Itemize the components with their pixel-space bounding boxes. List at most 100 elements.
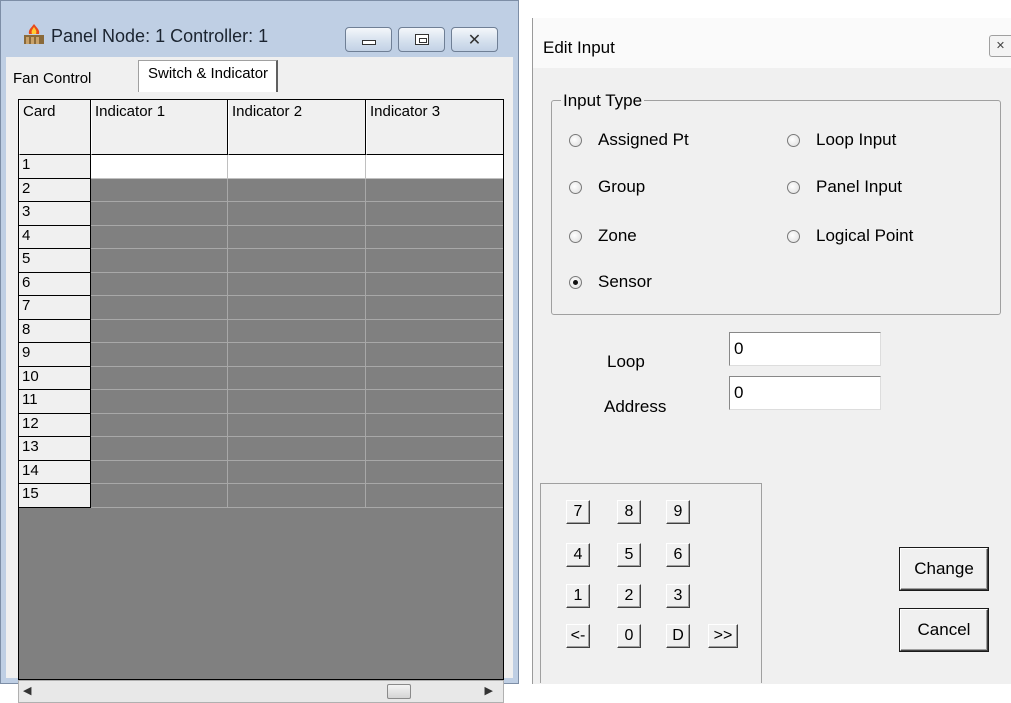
indicator-cell[interactable] bbox=[91, 437, 228, 461]
row-header-card[interactable]: 13 bbox=[19, 437, 91, 461]
indicator-cell[interactable] bbox=[366, 226, 503, 249]
table-row[interactable]: 10 bbox=[19, 367, 503, 390]
key-0-button[interactable]: 0 bbox=[617, 624, 641, 648]
indicator-cell[interactable] bbox=[91, 226, 228, 249]
row-header-card[interactable]: 9 bbox=[19, 343, 91, 367]
radio-group[interactable]: Group bbox=[569, 177, 645, 197]
table-row[interactable]: 2 bbox=[19, 179, 503, 202]
indicator-cell[interactable] bbox=[91, 484, 228, 508]
table-row[interactable]: 5 bbox=[19, 249, 503, 273]
row-header-card[interactable]: 3 bbox=[19, 202, 91, 226]
indicator-cell[interactable] bbox=[366, 343, 503, 367]
indicator-cell[interactable] bbox=[228, 202, 366, 226]
edit-input-title-bar[interactable]: Edit Input ✕ bbox=[533, 18, 1011, 68]
row-header-card[interactable]: 12 bbox=[19, 414, 91, 437]
table-row[interactable]: 12 bbox=[19, 414, 503, 437]
address-input[interactable] bbox=[729, 376, 881, 410]
indicator-cell[interactable] bbox=[91, 414, 228, 437]
row-header-card[interactable]: 8 bbox=[19, 320, 91, 343]
row-header-card[interactable]: 14 bbox=[19, 461, 91, 484]
indicator-cell[interactable] bbox=[366, 249, 503, 273]
close-button[interactable]: ✕ bbox=[451, 27, 498, 52]
indicator-cell[interactable] bbox=[91, 343, 228, 367]
indicator-cell[interactable] bbox=[228, 414, 366, 437]
column-header-indicator-3[interactable]: Indicator 3 bbox=[366, 100, 503, 155]
indicator-cell[interactable] bbox=[366, 484, 503, 508]
next-button[interactable]: >> bbox=[708, 624, 738, 648]
row-header-card[interactable]: 11 bbox=[19, 390, 91, 414]
column-header-card[interactable]: Card bbox=[19, 100, 91, 155]
tab-fan-control[interactable]: Fan Control bbox=[9, 67, 96, 91]
indicator-grid[interactable]: Card Indicator 1 Indicator 2 Indicator 3… bbox=[18, 99, 504, 680]
table-row[interactable]: 13 bbox=[19, 437, 503, 461]
panel-title-bar[interactable]: Panel Node: 1 Controller: 1 ✕ bbox=[1, 1, 518, 57]
key-9-button[interactable]: 9 bbox=[666, 500, 690, 524]
indicator-cell[interactable] bbox=[228, 179, 366, 202]
indicator-cell[interactable] bbox=[91, 249, 228, 273]
key-1-button[interactable]: 1 bbox=[566, 584, 590, 608]
indicator-cell[interactable] bbox=[366, 390, 503, 414]
table-row[interactable]: 8 bbox=[19, 320, 503, 343]
change-button[interactable]: Change bbox=[900, 548, 988, 590]
indicator-cell[interactable] bbox=[228, 226, 366, 249]
indicator-cell[interactable] bbox=[366, 461, 503, 484]
row-header-card[interactable]: 15 bbox=[19, 484, 91, 508]
table-row[interactable]: 4 bbox=[19, 226, 503, 249]
indicator-cell[interactable] bbox=[228, 367, 366, 390]
radio-sensor[interactable]: Sensor bbox=[569, 272, 652, 292]
table-row[interactable]: 7 bbox=[19, 296, 503, 320]
indicator-cell[interactable] bbox=[366, 437, 503, 461]
indicator-cell[interactable] bbox=[366, 273, 503, 296]
loop-input[interactable] bbox=[729, 332, 881, 366]
row-header-card[interactable]: 6 bbox=[19, 273, 91, 296]
column-header-indicator-1[interactable]: Indicator 1 bbox=[91, 100, 228, 155]
scroll-left-arrow-icon[interactable]: ◀ bbox=[23, 684, 31, 697]
indicator-cell[interactable] bbox=[91, 155, 228, 179]
horizontal-scrollbar[interactable]: ◀ ▶ bbox=[18, 680, 504, 703]
key-6-button[interactable]: 6 bbox=[666, 543, 690, 567]
indicator-cell[interactable] bbox=[228, 484, 366, 508]
row-header-card[interactable]: 2 bbox=[19, 179, 91, 202]
minimize-button[interactable] bbox=[345, 27, 392, 52]
indicator-cell[interactable] bbox=[91, 320, 228, 343]
table-row[interactable]: 9 bbox=[19, 343, 503, 367]
indicator-cell[interactable] bbox=[228, 390, 366, 414]
row-header-card[interactable]: 1 bbox=[19, 155, 91, 179]
indicator-cell[interactable] bbox=[228, 296, 366, 320]
indicator-cell[interactable] bbox=[91, 179, 228, 202]
indicator-cell[interactable] bbox=[366, 320, 503, 343]
indicator-cell[interactable] bbox=[228, 155, 366, 179]
scrollbar-thumb[interactable] bbox=[387, 684, 411, 699]
indicator-cell[interactable] bbox=[366, 367, 503, 390]
table-row[interactable]: 14 bbox=[19, 461, 503, 484]
radio-assigned-pt[interactable]: Assigned Pt bbox=[569, 130, 689, 150]
backspace-button[interactable]: <- bbox=[566, 624, 590, 648]
indicator-cell[interactable] bbox=[91, 273, 228, 296]
indicator-cell[interactable] bbox=[366, 155, 503, 179]
tab-switch-indicator[interactable]: Switch & Indicator bbox=[138, 60, 279, 92]
radio-logical-point[interactable]: Logical Point bbox=[787, 226, 913, 246]
indicator-cell[interactable] bbox=[228, 273, 366, 296]
key-d-button[interactable]: D bbox=[666, 624, 690, 648]
table-row[interactable]: 6 bbox=[19, 273, 503, 296]
radio-loop-input[interactable]: Loop Input bbox=[787, 130, 896, 150]
indicator-cell[interactable] bbox=[91, 202, 228, 226]
key-4-button[interactable]: 4 bbox=[566, 543, 590, 567]
indicator-cell[interactable] bbox=[228, 437, 366, 461]
row-header-card[interactable]: 5 bbox=[19, 249, 91, 273]
cancel-button[interactable]: Cancel bbox=[900, 609, 988, 651]
scroll-right-arrow-icon[interactable]: ▶ bbox=[485, 684, 493, 697]
indicator-cell[interactable] bbox=[91, 390, 228, 414]
indicator-cell[interactable] bbox=[228, 461, 366, 484]
indicator-cell[interactable] bbox=[228, 343, 366, 367]
key-7-button[interactable]: 7 bbox=[566, 500, 590, 524]
key-5-button[interactable]: 5 bbox=[617, 543, 641, 567]
indicator-cell[interactable] bbox=[91, 461, 228, 484]
indicator-cell[interactable] bbox=[91, 367, 228, 390]
indicator-cell[interactable] bbox=[366, 179, 503, 202]
row-header-card[interactable]: 4 bbox=[19, 226, 91, 249]
radio-panel-input[interactable]: Panel Input bbox=[787, 177, 902, 197]
row-header-card[interactable]: 7 bbox=[19, 296, 91, 320]
radio-zone[interactable]: Zone bbox=[569, 226, 637, 246]
indicator-cell[interactable] bbox=[366, 414, 503, 437]
